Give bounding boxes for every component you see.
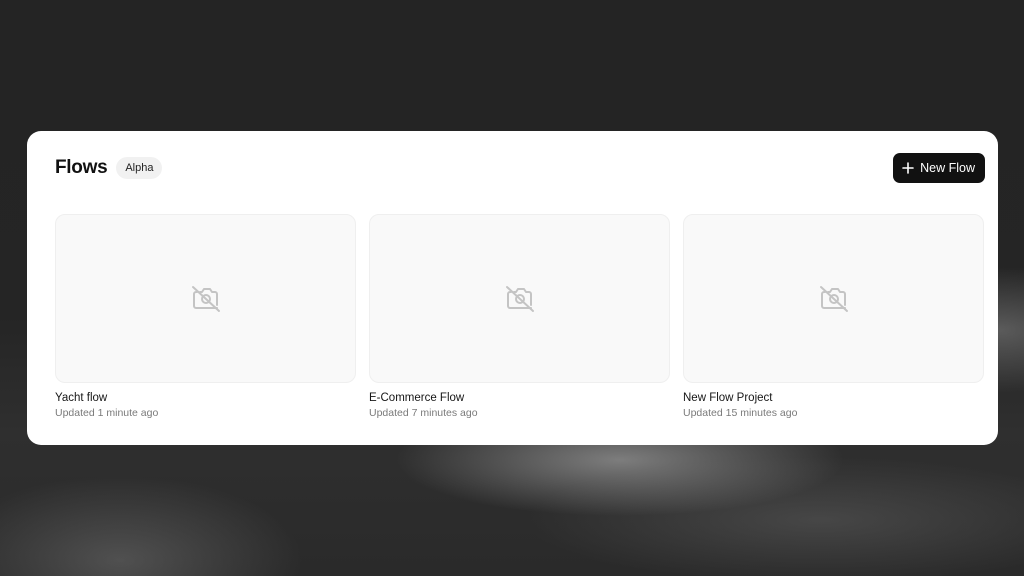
no-image-icon (504, 283, 536, 315)
new-flow-button[interactable]: New Flow (893, 153, 985, 183)
flow-card[interactable]: New Flow Project Updated 15 minutes ago (683, 214, 984, 419)
flow-cards: Yacht flow Updated 1 minute ago E-Commer… (55, 214, 984, 419)
new-flow-button-label: New Flow (920, 161, 975, 175)
page-title: Flows (55, 157, 108, 178)
flow-updated: Updated 7 minutes ago (369, 407, 478, 419)
flow-updated: Updated 15 minutes ago (683, 407, 798, 419)
flow-name: E-Commerce Flow (369, 392, 465, 404)
flow-thumbnail[interactable] (55, 214, 356, 383)
panel-header: Flows Alpha New Flow (55, 153, 985, 183)
flow-thumbnail[interactable] (369, 214, 670, 383)
flow-updated: Updated 1 minute ago (55, 407, 159, 419)
no-image-icon (190, 283, 222, 315)
flow-name: New Flow Project (683, 392, 773, 404)
flow-name: Yacht flow (55, 392, 108, 404)
no-image-icon (818, 283, 850, 315)
flows-panel: Flows Alpha New Flow Yacht flow Updated … (27, 131, 998, 445)
plus-icon (902, 162, 914, 174)
alpha-badge: Alpha (116, 157, 163, 179)
flow-card[interactable]: E-Commerce Flow Updated 7 minutes ago (369, 214, 670, 419)
flow-thumbnail[interactable] (683, 214, 984, 383)
flow-card[interactable]: Yacht flow Updated 1 minute ago (55, 214, 356, 419)
